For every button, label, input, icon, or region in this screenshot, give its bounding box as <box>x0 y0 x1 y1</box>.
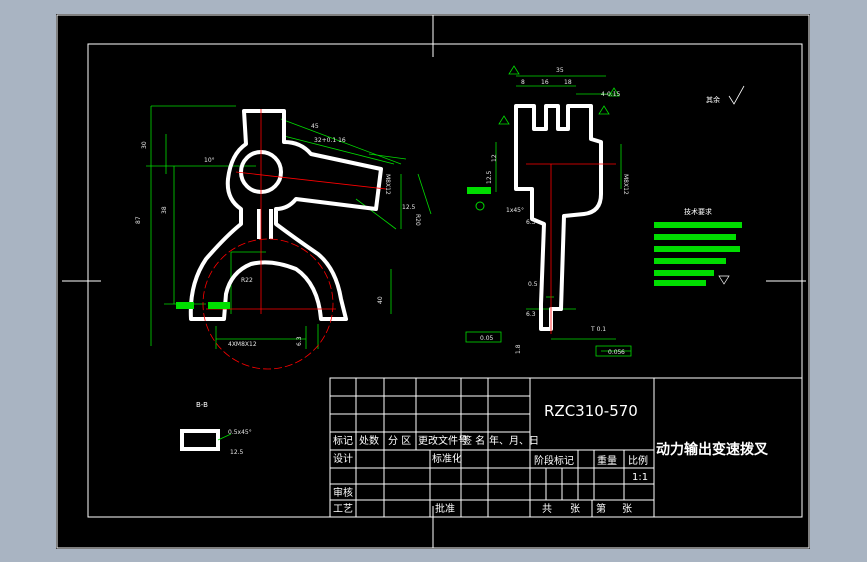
section-dim-1: 0.5x45° <box>228 429 252 436</box>
svg-text:40: 40 <box>377 296 384 304</box>
svg-text:35: 35 <box>556 67 564 74</box>
svg-text:30: 30 <box>141 141 148 149</box>
svg-text:6: 6 <box>621 349 625 356</box>
svg-text:18: 18 <box>564 79 572 86</box>
svg-text:6.3: 6.3 <box>526 219 536 226</box>
tb-design: 设计 <box>333 452 353 465</box>
svg-text:12: 12 <box>491 154 498 162</box>
tb-header-zone: 分 区 <box>388 435 411 447</box>
svg-text:8: 8 <box>521 79 525 86</box>
svg-text:M8X12: M8X12 <box>384 174 391 195</box>
tb-approve: 批准 <box>435 502 455 515</box>
tb-standardize: 标准化 <box>432 452 462 465</box>
tb-header-docno: 更改文件号 <box>418 434 468 447</box>
svg-text:T 0.1: T 0.1 <box>590 326 606 333</box>
svg-text:4XM8X12: 4XM8X12 <box>228 341 257 348</box>
tb-header-count: 处数 <box>359 434 379 447</box>
tb-ratio: 比例 <box>628 454 648 467</box>
part-number: RZC310-570 <box>544 402 638 420</box>
notes-area: 其余 技术要求 <box>654 85 745 286</box>
tb-header-date: 年、月、日 <box>489 434 539 447</box>
tb-sheet-unit2: 张 <box>622 503 632 515</box>
svg-text:6.3: 6.3 <box>526 311 536 318</box>
section-view: B-B 0.5x45° 12.5 <box>180 401 252 456</box>
svg-text:R20: R20 <box>414 214 421 226</box>
svg-text:R22: R22 <box>241 277 253 284</box>
tb-review: 审核 <box>333 486 353 499</box>
tb-header-sign: 签 名 <box>462 434 485 447</box>
svg-text:45: 45 <box>311 123 319 130</box>
svg-text:1.8: 1.8 <box>515 344 522 354</box>
tb-stage-mark: 阶段标记 <box>534 454 574 467</box>
svg-text:12.5: 12.5 <box>486 170 493 184</box>
svg-text:87: 87 <box>135 216 142 224</box>
svg-text:4-0.15: 4-0.15 <box>601 91 621 98</box>
title-block: 标记 处数 分 区 更改文件号 签 名 年、月、日 设计 标准化 审核 工艺 批… <box>329 377 803 518</box>
front-view: 45 32+0.1 16 10° M8X12 12.5 R20 87 38 30… <box>135 105 432 370</box>
side-view: 35 8 16 18 4-0.15 12.5 12 M8X12 1x45° 6.… <box>465 65 632 357</box>
svg-text:6.3: 6.3 <box>296 336 303 346</box>
svg-text:38: 38 <box>161 206 168 214</box>
svg-text:16: 16 <box>541 79 549 86</box>
svg-text:0.05: 0.05 <box>480 335 494 342</box>
drawing-sheet: 45 32+0.1 16 10° M8X12 12.5 R20 87 38 30… <box>56 14 810 549</box>
tech-req-title: 技术要求 <box>684 207 712 216</box>
section-label: B-B <box>196 401 208 409</box>
svg-text:32+0.1 16: 32+0.1 16 <box>314 137 346 144</box>
tb-sheet-unit: 张 <box>570 503 580 515</box>
svg-text:M8X12: M8X12 <box>622 174 629 195</box>
tb-weight: 重量 <box>597 454 617 467</box>
tb-header-mark: 标记 <box>333 435 353 447</box>
part-name: 动力输出变速拨叉 <box>656 441 769 458</box>
cad-drawing: 45 32+0.1 16 10° M8X12 12.5 R20 87 38 30… <box>56 14 810 549</box>
svg-text:0.05: 0.05 <box>608 349 622 356</box>
roughness-note: 其余 <box>706 95 720 104</box>
section-dim-2: 12.5 <box>230 449 244 456</box>
tb-sheet-total: 共 <box>542 503 552 515</box>
tb-scale-value: 1:1 <box>632 472 648 483</box>
svg-text:0.5: 0.5 <box>528 281 538 288</box>
svg-text:12.5: 12.5 <box>402 204 416 211</box>
svg-text:10°: 10° <box>204 157 215 164</box>
svg-text:1x45°: 1x45° <box>506 207 524 214</box>
tb-process: 工艺 <box>333 503 353 515</box>
tb-sheet-no: 第 <box>596 502 606 515</box>
